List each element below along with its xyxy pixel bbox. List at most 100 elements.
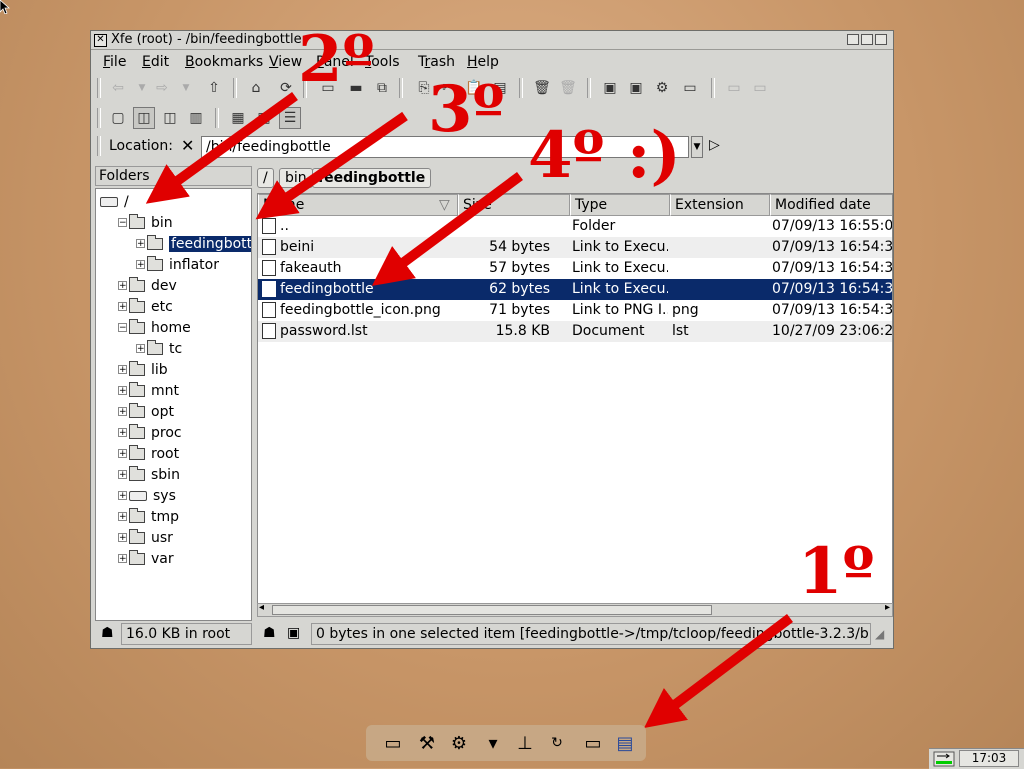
big-icons-icon[interactable]: ▦ xyxy=(227,107,249,129)
one-panel-icon[interactable]: ▢ xyxy=(107,107,129,129)
expander-icon[interactable]: + xyxy=(118,365,127,375)
delete-icon[interactable]: 🗑 xyxy=(557,77,579,99)
tree-node-feedingbottle[interactable]: + feedingbottle xyxy=(136,233,251,254)
tree-node-var[interactable]: + var xyxy=(118,548,174,569)
root-window-icon[interactable]: ▣ xyxy=(625,77,647,99)
scroll-right-icon[interactable]: ▸ xyxy=(885,602,890,613)
filter-icon[interactable]: ▣ xyxy=(287,625,300,641)
tree-node-root[interactable]: / xyxy=(100,191,129,212)
tree-node-lib[interactable]: + lib xyxy=(118,359,168,380)
unmount-icon[interactable]: ▭ xyxy=(749,77,771,99)
expander-icon[interactable]: + xyxy=(118,533,127,543)
tree-node-bin[interactable]: − bin xyxy=(118,212,173,233)
tree-node-sys[interactable]: + sys xyxy=(118,485,176,506)
home-icon[interactable]: ⌂ xyxy=(245,77,267,99)
up-arrow-icon[interactable]: ⇧ xyxy=(203,77,225,99)
location-dropdown-icon[interactable]: ▼ xyxy=(691,136,703,158)
close-window-button[interactable] xyxy=(875,34,887,45)
tree-node-root[interactable]: + root xyxy=(118,443,179,464)
breadcrumb-bin[interactable]: bin xyxy=(279,168,313,188)
tree-node-proc[interactable]: + proc xyxy=(118,422,182,443)
expander-icon[interactable]: + xyxy=(118,554,127,564)
maximize-button[interactable] xyxy=(861,34,873,45)
detailed-list-icon[interactable]: ☰ xyxy=(279,107,301,129)
minimize-button[interactable] xyxy=(847,34,859,45)
gears-dock-icon[interactable]: ⚙ xyxy=(446,731,472,755)
expander-icon[interactable]: + xyxy=(136,260,145,270)
clear-location-icon[interactable]: ✕ xyxy=(181,136,194,155)
tree-node-inflator[interactable]: + inflator xyxy=(136,254,219,275)
xfe-dock-icon[interactable]: ▤ xyxy=(612,731,638,755)
folder-tree[interactable]: / − bin + feedingbottle + inflator + dev + etc − hom… xyxy=(95,188,252,621)
tree-node-opt[interactable]: + opt xyxy=(118,401,174,422)
expander-icon[interactable]: + xyxy=(118,407,127,417)
control-panel-dock-icon[interactable]: ⚒ xyxy=(414,731,440,755)
column-header-name[interactable]: Name ▽ xyxy=(258,194,458,216)
expander-icon[interactable]: + xyxy=(118,386,127,396)
inflator-dock-icon[interactable]: ⊥ xyxy=(512,731,538,755)
menu-file[interactable]: File xyxy=(103,54,126,70)
tree-node-dev[interactable]: + dev xyxy=(118,275,177,296)
trash-icon[interactable]: 🗑 xyxy=(531,77,553,99)
small-icons-icon[interactable]: ▦ xyxy=(253,107,275,129)
tree-node-tc[interactable]: + tc xyxy=(136,338,182,359)
breadcrumb-feedingbottle[interactable]: feedingbottle xyxy=(312,168,432,188)
breadcrumb-root[interactable]: / xyxy=(257,168,274,188)
expander-icon[interactable]: + xyxy=(136,344,145,354)
column-header-type[interactable]: Type xyxy=(570,194,670,216)
close-icon[interactable]: ✕ xyxy=(94,34,107,47)
table-row[interactable]: feedingbottle_icon.png 71 bytes Link to PN… xyxy=(258,300,892,321)
two-panels-icon[interactable]: ◫ xyxy=(159,107,181,129)
expander-icon[interactable]: + xyxy=(118,449,127,459)
menu-help[interactable]: Help xyxy=(467,54,499,70)
back-history-icon[interactable]: ▼ xyxy=(131,77,153,99)
menu-edit[interactable]: Edit xyxy=(142,54,169,70)
expander-icon[interactable]: + xyxy=(118,491,127,501)
go-arrow-icon[interactable]: ▷ xyxy=(709,137,720,153)
expander-icon[interactable]: − xyxy=(118,218,127,228)
refresh-icon[interactable]: ⟳ xyxy=(275,77,297,99)
tree-two-panels-icon[interactable]: ▥ xyxy=(185,107,207,129)
expander-icon[interactable]: + xyxy=(136,239,145,249)
forward-arrow-icon[interactable]: ⇨ xyxy=(151,77,173,99)
tree-node-home[interactable]: − home xyxy=(118,317,191,338)
expander-icon[interactable]: + xyxy=(118,428,127,438)
table-row[interactable]: feedingbottle 62 bytes Link to Execu... 07/… xyxy=(258,279,892,300)
expander-icon[interactable]: + xyxy=(118,281,127,291)
table-row[interactable]: beini 54 bytes Link to Execu... 07/09/13 16… xyxy=(258,237,892,258)
table-row[interactable]: password.lst 15.8 KB Document lst 10/27/09 2… xyxy=(258,321,892,342)
resize-grip-icon[interactable]: ◢ xyxy=(875,627,884,641)
menu-trash[interactable]: Trash xyxy=(418,54,455,70)
title-bar[interactable]: ✕ Xfe (root) - /bin/feedingbottle xyxy=(91,31,893,50)
feedingbottle-dock-icon[interactable]: ▾ xyxy=(480,731,506,755)
column-header-size[interactable]: Size xyxy=(458,194,570,216)
column-header-extension[interactable]: Extension xyxy=(670,194,770,216)
new-window-icon[interactable]: ▣ xyxy=(599,77,621,99)
tree-node-sbin[interactable]: + sbin xyxy=(118,464,180,485)
shell-dock-icon[interactable]: ▭ xyxy=(580,731,606,755)
menu-bookmarks[interactable]: Bookmarks xyxy=(185,54,263,70)
tree-panel-icon[interactable]: ◫ xyxy=(133,107,155,129)
expander-icon[interactable]: − xyxy=(118,323,127,333)
tree-node-tmp[interactable]: + tmp xyxy=(118,506,179,527)
settings-gear-icon[interactable]: ⚙ xyxy=(651,77,673,99)
scroll-left-icon[interactable]: ◂ xyxy=(259,602,264,613)
terminal-icon[interactable]: ▭ xyxy=(679,77,701,99)
expander-icon[interactable]: + xyxy=(118,302,127,312)
scrollbar-thumb[interactable] xyxy=(272,605,712,615)
expander-icon[interactable]: + xyxy=(118,470,127,480)
mount-icon[interactable]: ▭ xyxy=(723,77,745,99)
table-row[interactable]: fakeauth 57 bytes Link to Execu... 07/09/13… xyxy=(258,258,892,279)
clock[interactable]: 17:03 xyxy=(959,750,1019,767)
tree-node-mnt[interactable]: + mnt xyxy=(118,380,179,401)
network-icon[interactable] xyxy=(933,751,955,767)
expander-icon[interactable]: + xyxy=(118,512,127,522)
terminal-dock-icon[interactable]: ▭ xyxy=(380,731,406,755)
column-header-modified-date[interactable]: Modified date xyxy=(770,194,892,216)
tree-node-usr[interactable]: + usr xyxy=(118,527,173,548)
back-arrow-icon[interactable]: ⇦ xyxy=(107,77,129,99)
tree-node-etc[interactable]: + etc xyxy=(118,296,173,317)
table-row[interactable]: .. Folder 07/09/13 16:55:01 xyxy=(258,216,892,237)
logout-dock-icon[interactable]: ↻ xyxy=(544,731,570,755)
forward-history-icon[interactable]: ▼ xyxy=(175,77,197,99)
